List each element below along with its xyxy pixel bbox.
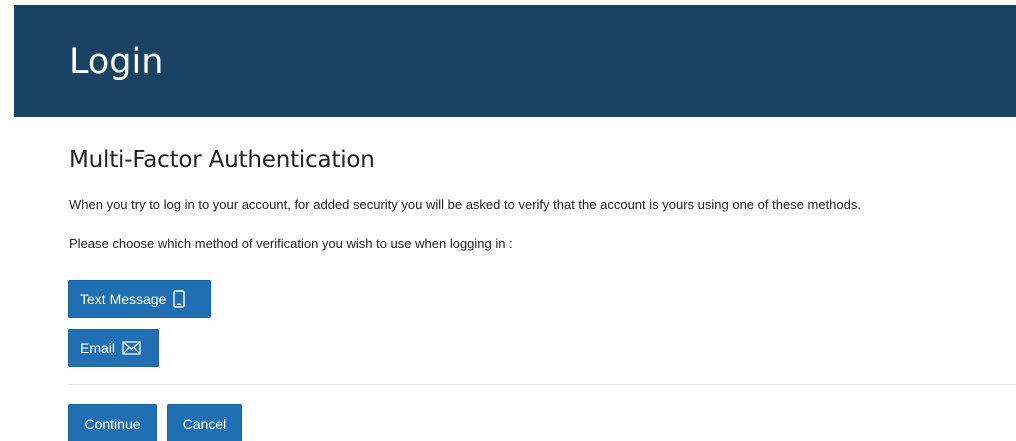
continue-button[interactable]: Continue — [68, 404, 157, 441]
email-button-label: Email — [80, 340, 116, 356]
divider — [69, 384, 1016, 385]
text-message-button[interactable]: Text Message — [68, 280, 211, 318]
email-button[interactable]: Email — [68, 329, 159, 367]
choose-method-text: Please choose which method of verificati… — [69, 236, 513, 251]
section-title: Multi-Factor Authentication — [69, 147, 375, 173]
header-banner: Login — [14, 5, 1016, 117]
mobile-phone-icon — [173, 290, 186, 308]
envelope-icon — [122, 341, 141, 355]
page-title: Login — [69, 42, 164, 82]
intro-text: When you try to log in to your account, … — [69, 197, 861, 212]
text-message-button-label: Text Message — [80, 291, 167, 307]
login-page: Login Multi-Factor Authentication When y… — [0, 0, 1016, 441]
cancel-button[interactable]: Cancel — [167, 404, 242, 441]
